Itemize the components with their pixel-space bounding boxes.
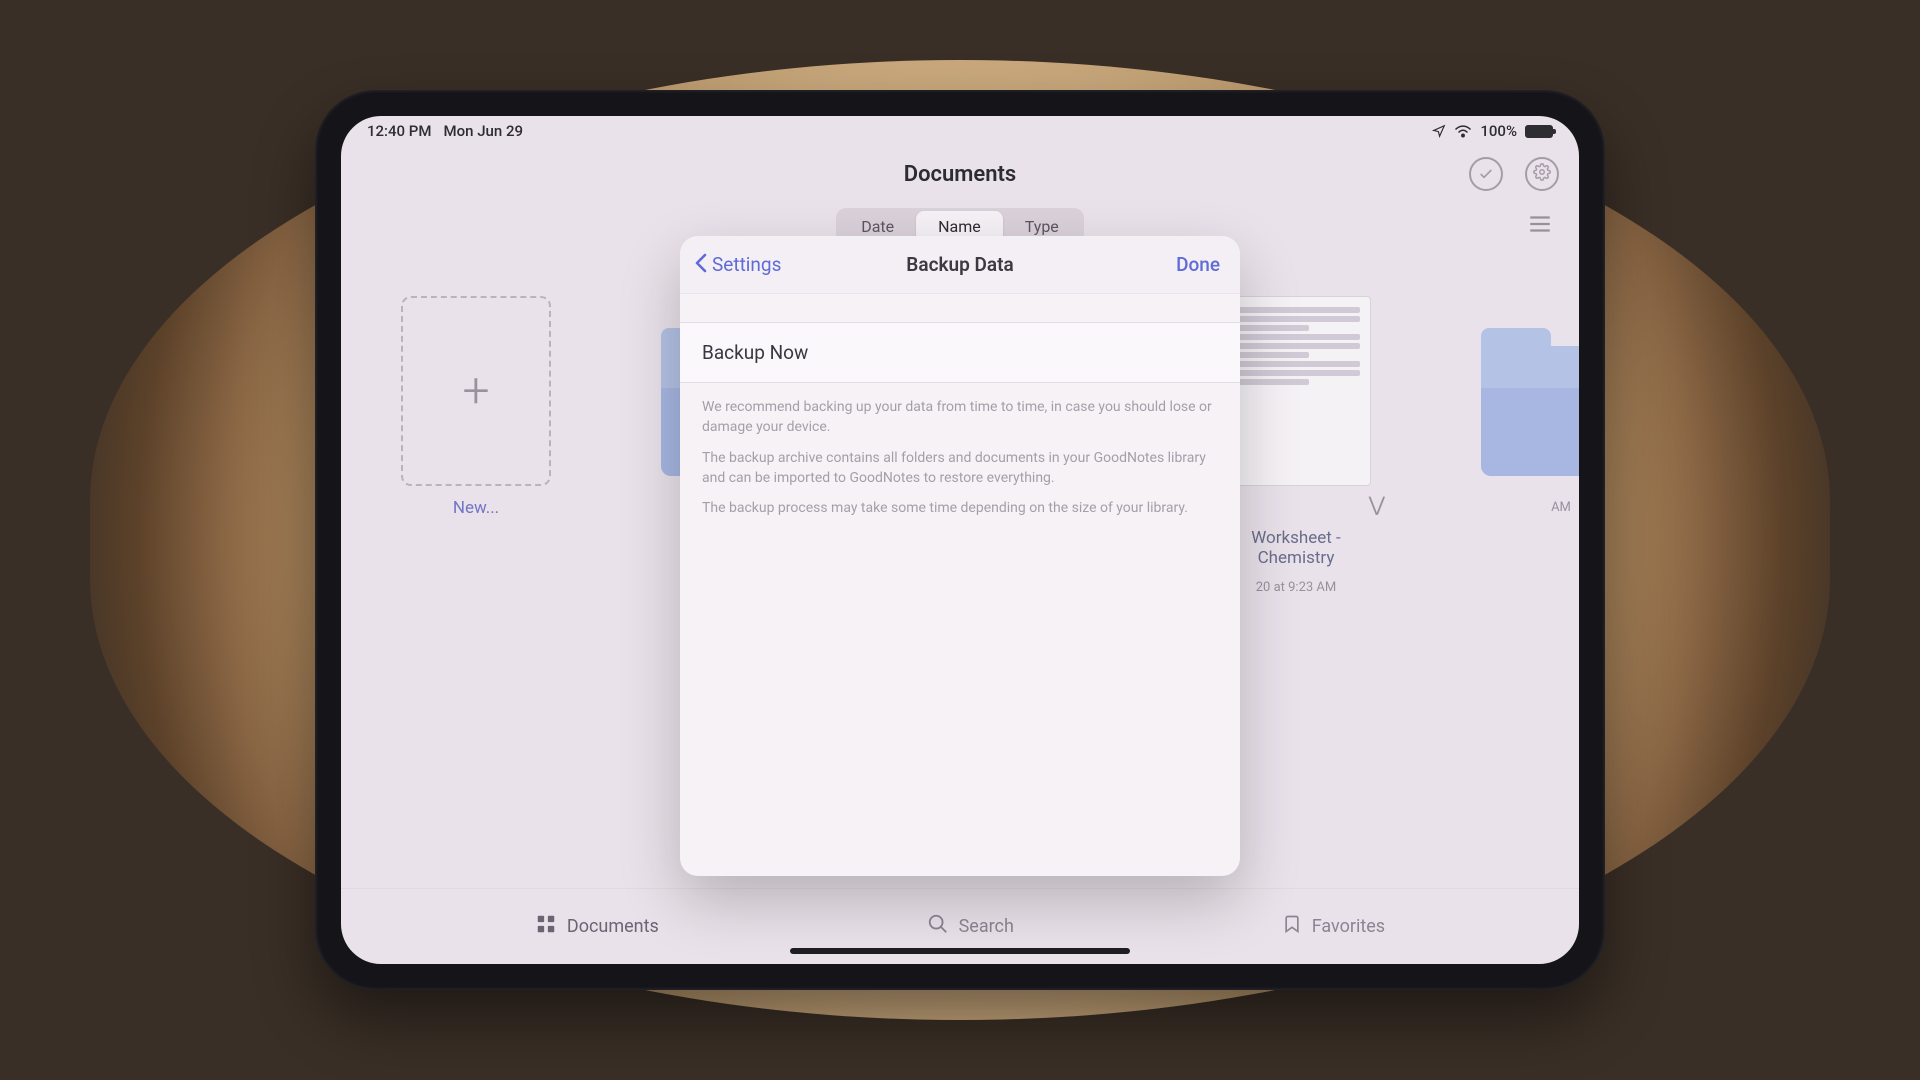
chevron-left-icon (694, 252, 708, 278)
modal-header: Settings Backup Data Done (680, 236, 1240, 294)
modal-desc-line: The backup process may take some time de… (702, 498, 1218, 518)
modal-title: Backup Data (906, 253, 1013, 276)
backup-data-modal: Settings Backup Data Done Backup Now We … (680, 236, 1240, 876)
modal-back-label: Settings (712, 253, 781, 276)
modal-body: Backup Now We recommend backing up your … (680, 294, 1240, 876)
modal-description: We recommend backing up your data from t… (680, 383, 1240, 518)
modal-desc-line: The backup archive contains all folders … (702, 448, 1218, 489)
backup-now-row[interactable]: Backup Now (680, 322, 1240, 383)
modal-desc-line: We recommend backing up your data from t… (702, 397, 1218, 438)
ipad-screen: 12:40 PM Mon Jun 29 100% Documents (341, 116, 1579, 964)
modal-back-button[interactable]: Settings (694, 252, 781, 278)
modal-done-button[interactable]: Done (1176, 253, 1220, 276)
ipad-device-frame: 12:40 PM Mon Jun 29 100% Documents (315, 90, 1605, 990)
